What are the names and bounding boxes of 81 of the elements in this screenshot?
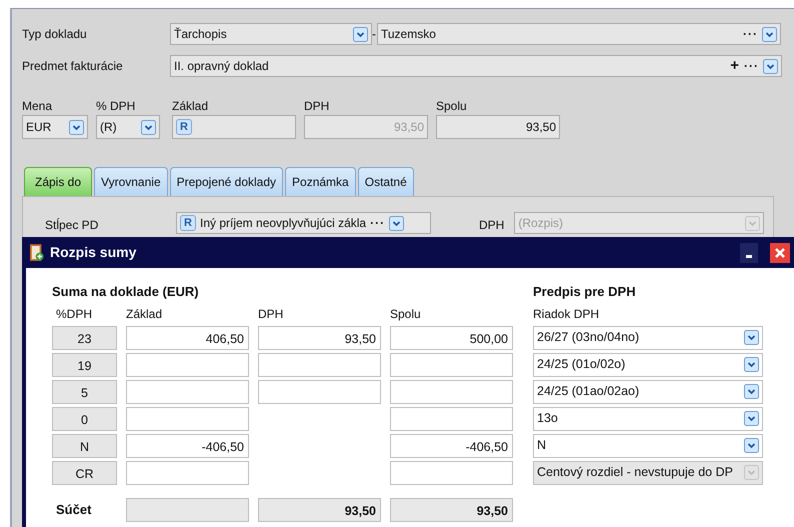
- amount-field[interactable]: [126, 460, 249, 484]
- minimize-button[interactable]: [740, 242, 758, 262]
- amount-field[interactable]: -406,50: [126, 434, 249, 458]
- tab[interactable]: Vyrovnanie: [94, 167, 168, 196]
- amount-field[interactable]: -406,50: [390, 434, 513, 458]
- sum-label: Súčet: [55, 500, 92, 519]
- field-label: % DPH: [96, 98, 136, 115]
- amount-field[interactable]: [126, 380, 249, 404]
- amount-field[interactable]: [258, 352, 381, 376]
- document-type-select[interactable]: Ťarchopis: [170, 23, 372, 45]
- dropdown-icon[interactable]: [744, 357, 759, 372]
- dropdown-icon[interactable]: [141, 120, 156, 134]
- rate-cell: 23: [52, 326, 117, 350]
- vat-line-select[interactable]: 24/25 (01ao/02ao): [533, 380, 763, 404]
- dropdown-icon[interactable]: [744, 330, 759, 345]
- amount-field[interactable]: 406,50: [126, 326, 249, 350]
- section-title: Predpis pre DPH: [533, 283, 637, 301]
- amount-field: R: [172, 115, 296, 139]
- dropdown-icon[interactable]: [389, 216, 404, 230]
- dropdown-icon[interactable]: [69, 120, 84, 134]
- rate-cell: N: [52, 434, 117, 458]
- separator-text: -: [372, 26, 376, 43]
- field-label: Základ: [172, 98, 210, 115]
- sum-field: 93,50: [258, 498, 381, 522]
- amount-field: 93,50: [436, 115, 560, 139]
- rate-cell: 0: [52, 406, 117, 430]
- column-header: %DPH: [55, 306, 94, 322]
- section-title: Suma na doklade (EUR): [52, 283, 200, 301]
- dropdown-icon[interactable]: [762, 26, 777, 42]
- more-button[interactable]: ···: [744, 57, 759, 75]
- dropdown-icon[interactable]: [744, 411, 759, 426]
- sum-field: 93,50: [390, 498, 513, 522]
- field-label: Predmet fakturácie: [22, 58, 124, 75]
- amount-field[interactable]: 93,50: [258, 326, 381, 350]
- column-header: Riadok DPH: [533, 306, 600, 322]
- field-label: Spolu: [436, 98, 468, 115]
- tab[interactable]: Zápis do: [24, 167, 92, 196]
- rate-cell: 19: [52, 352, 117, 376]
- dropdown-icon[interactable]: [353, 26, 368, 42]
- amount-field[interactable]: [390, 460, 513, 484]
- minimize-icon: [746, 254, 752, 258]
- amount-field[interactable]: [258, 380, 381, 404]
- amount-field: 93,50: [304, 115, 428, 139]
- dropdown-icon[interactable]: [744, 438, 759, 453]
- vat-line-select[interactable]: 26/27 (03no/04no): [533, 326, 763, 350]
- more-button[interactable]: ···: [743, 25, 758, 43]
- document-add-icon: [30, 244, 44, 262]
- field-label: Mena: [22, 98, 54, 115]
- field-label: Stĺpec PD: [45, 217, 100, 234]
- more-button[interactable]: ···: [370, 214, 386, 232]
- close-button[interactable]: [770, 242, 790, 262]
- vat-line-select[interactable]: 24/25 (01o/02o): [533, 352, 763, 376]
- tab[interactable]: Prepojené doklady: [170, 167, 284, 196]
- amount-field[interactable]: [390, 380, 513, 404]
- dropdown-icon[interactable]: [763, 58, 778, 74]
- amount-field[interactable]: [390, 352, 513, 376]
- rate-cell: 5: [52, 380, 117, 404]
- column-header: Základ: [126, 306, 164, 322]
- rate-cell: CR: [52, 460, 117, 484]
- amount-field[interactable]: [126, 406, 249, 430]
- close-icon: [774, 246, 786, 258]
- vat-line-select[interactable]: N: [533, 434, 763, 458]
- select-field[interactable]: EUR: [22, 115, 88, 139]
- add-button[interactable]: +: [730, 54, 740, 78]
- tab[interactable]: Ostatné: [358, 167, 414, 196]
- dialog-title: Rozpis sumy: [50, 243, 138, 262]
- vat-line-select[interactable]: 13o: [533, 406, 763, 430]
- amount-field[interactable]: [390, 406, 513, 430]
- field-label: Typ dokladu: [22, 26, 88, 43]
- column-select[interactable]: R Iný príjem neovplyvňujúci zákla ···: [176, 212, 431, 234]
- select-field[interactable]: (R): [96, 115, 160, 139]
- dropdown-icon[interactable]: [744, 384, 759, 399]
- amount-field[interactable]: 500,00: [390, 326, 513, 350]
- column-header: DPH: [258, 306, 284, 322]
- region-select[interactable]: Tuzemsko ···: [377, 23, 781, 45]
- field-label: DPH: [304, 98, 330, 115]
- amount-field[interactable]: [126, 352, 249, 376]
- billing-subject-select[interactable]: II. opravný doklad + ···: [170, 55, 782, 77]
- column-header: Spolu: [390, 306, 422, 322]
- tab[interactable]: Poznámka: [285, 167, 356, 196]
- field-label: DPH: [479, 217, 504, 234]
